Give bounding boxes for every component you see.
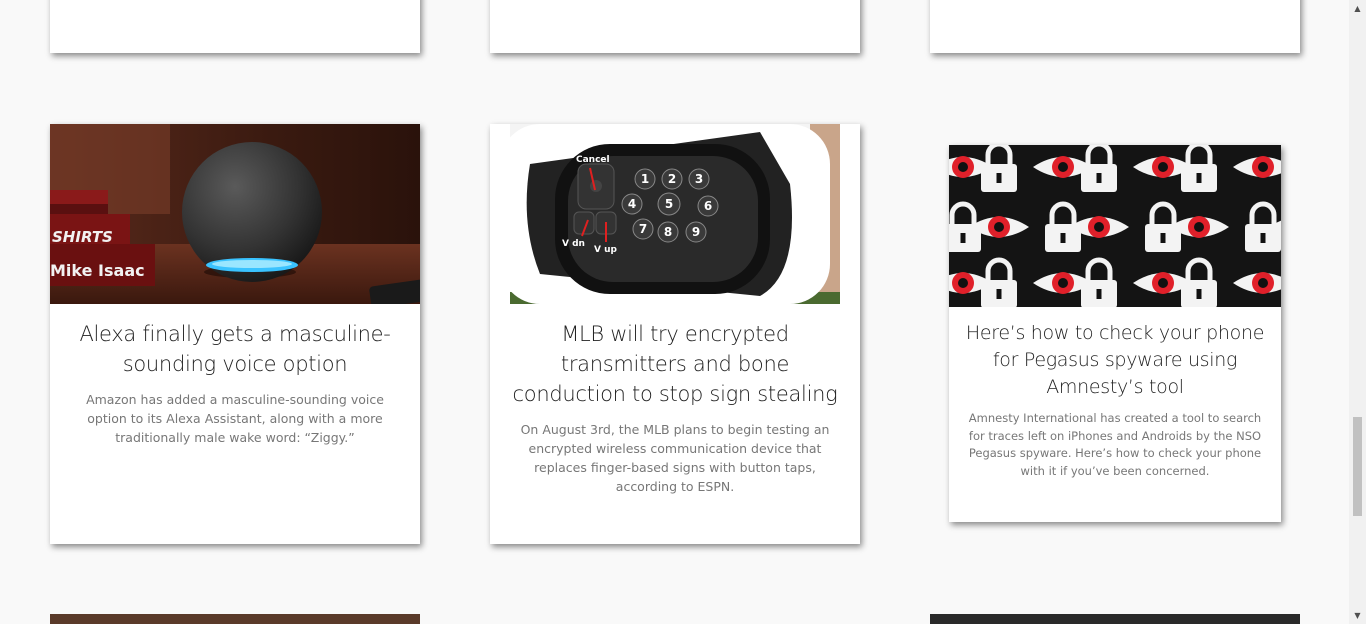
book-spine-text: Mike Isaac [50,261,145,280]
book-spine-text: SHIRTS [52,228,113,246]
article-thumbnail[interactable]: Cancel V dn V up 1 2 3 4 5 6 7 8 9 [510,124,840,304]
keypad-key: 4 [628,197,636,211]
keypad-key: 7 [639,222,647,236]
article-title[interactable]: Here’s how to check your phone for Pegas… [954,320,1276,401]
article-card[interactable]: Cancel V dn V up 1 2 3 4 5 6 7 8 9 MLB w… [490,124,860,544]
keypad-label: V dn [562,239,585,249]
article-card[interactable]: Here’s how to check your phone for Pegas… [949,145,1281,522]
keypad-key: 8 [664,225,672,239]
scroll-down-icon[interactable]: ▼ [1349,607,1366,624]
keypad-key: 1 [641,172,649,186]
article-card-partial[interactable] [50,0,420,53]
article-grid: SHIRTS Mike Isaac Alexa finally gets a m… [0,0,1349,624]
keypad-label: Cancel [576,155,610,165]
article-card[interactable]: SHIRTS Mike Isaac Alexa finally gets a m… [50,124,420,544]
keypad-key: 5 [665,197,673,211]
eyes-and-locks-pattern-image [949,145,1281,307]
keypad-key: 9 [692,225,700,239]
keypad-key: 6 [704,199,712,213]
article-title[interactable]: MLB will try encrypted transmitters and … [505,319,845,409]
article-summary: On August 3rd, the MLB plans to begin te… [520,422,830,494]
article-card-partial[interactable] [50,614,420,624]
article-summary: Amazon has added a masculine-sounding vo… [86,392,384,445]
echo-dot-speaker-image: SHIRTS Mike Isaac [50,124,420,304]
article-thumbnail[interactable] [949,145,1281,307]
keypad-key: 3 [695,172,703,186]
vertical-scrollbar[interactable]: ▲ ▼ [1349,0,1366,624]
article-title[interactable]: Alexa finally gets a masculine-sounding … [75,319,395,379]
pitchcom-wristband-image: Cancel V dn V up 1 2 3 4 5 6 7 8 9 [510,124,840,304]
article-summary: Amnesty International has created a tool… [968,411,1262,478]
keypad-key: 2 [668,172,676,186]
scrollbar-thumb[interactable] [1353,417,1362,516]
article-card-partial[interactable] [490,0,860,53]
article-card-partial[interactable] [930,0,1300,53]
article-card-partial[interactable] [930,614,1300,624]
scroll-up-icon[interactable]: ▲ [1349,0,1366,17]
keypad-label: V up [594,245,618,255]
article-thumbnail[interactable]: SHIRTS Mike Isaac [50,124,420,304]
